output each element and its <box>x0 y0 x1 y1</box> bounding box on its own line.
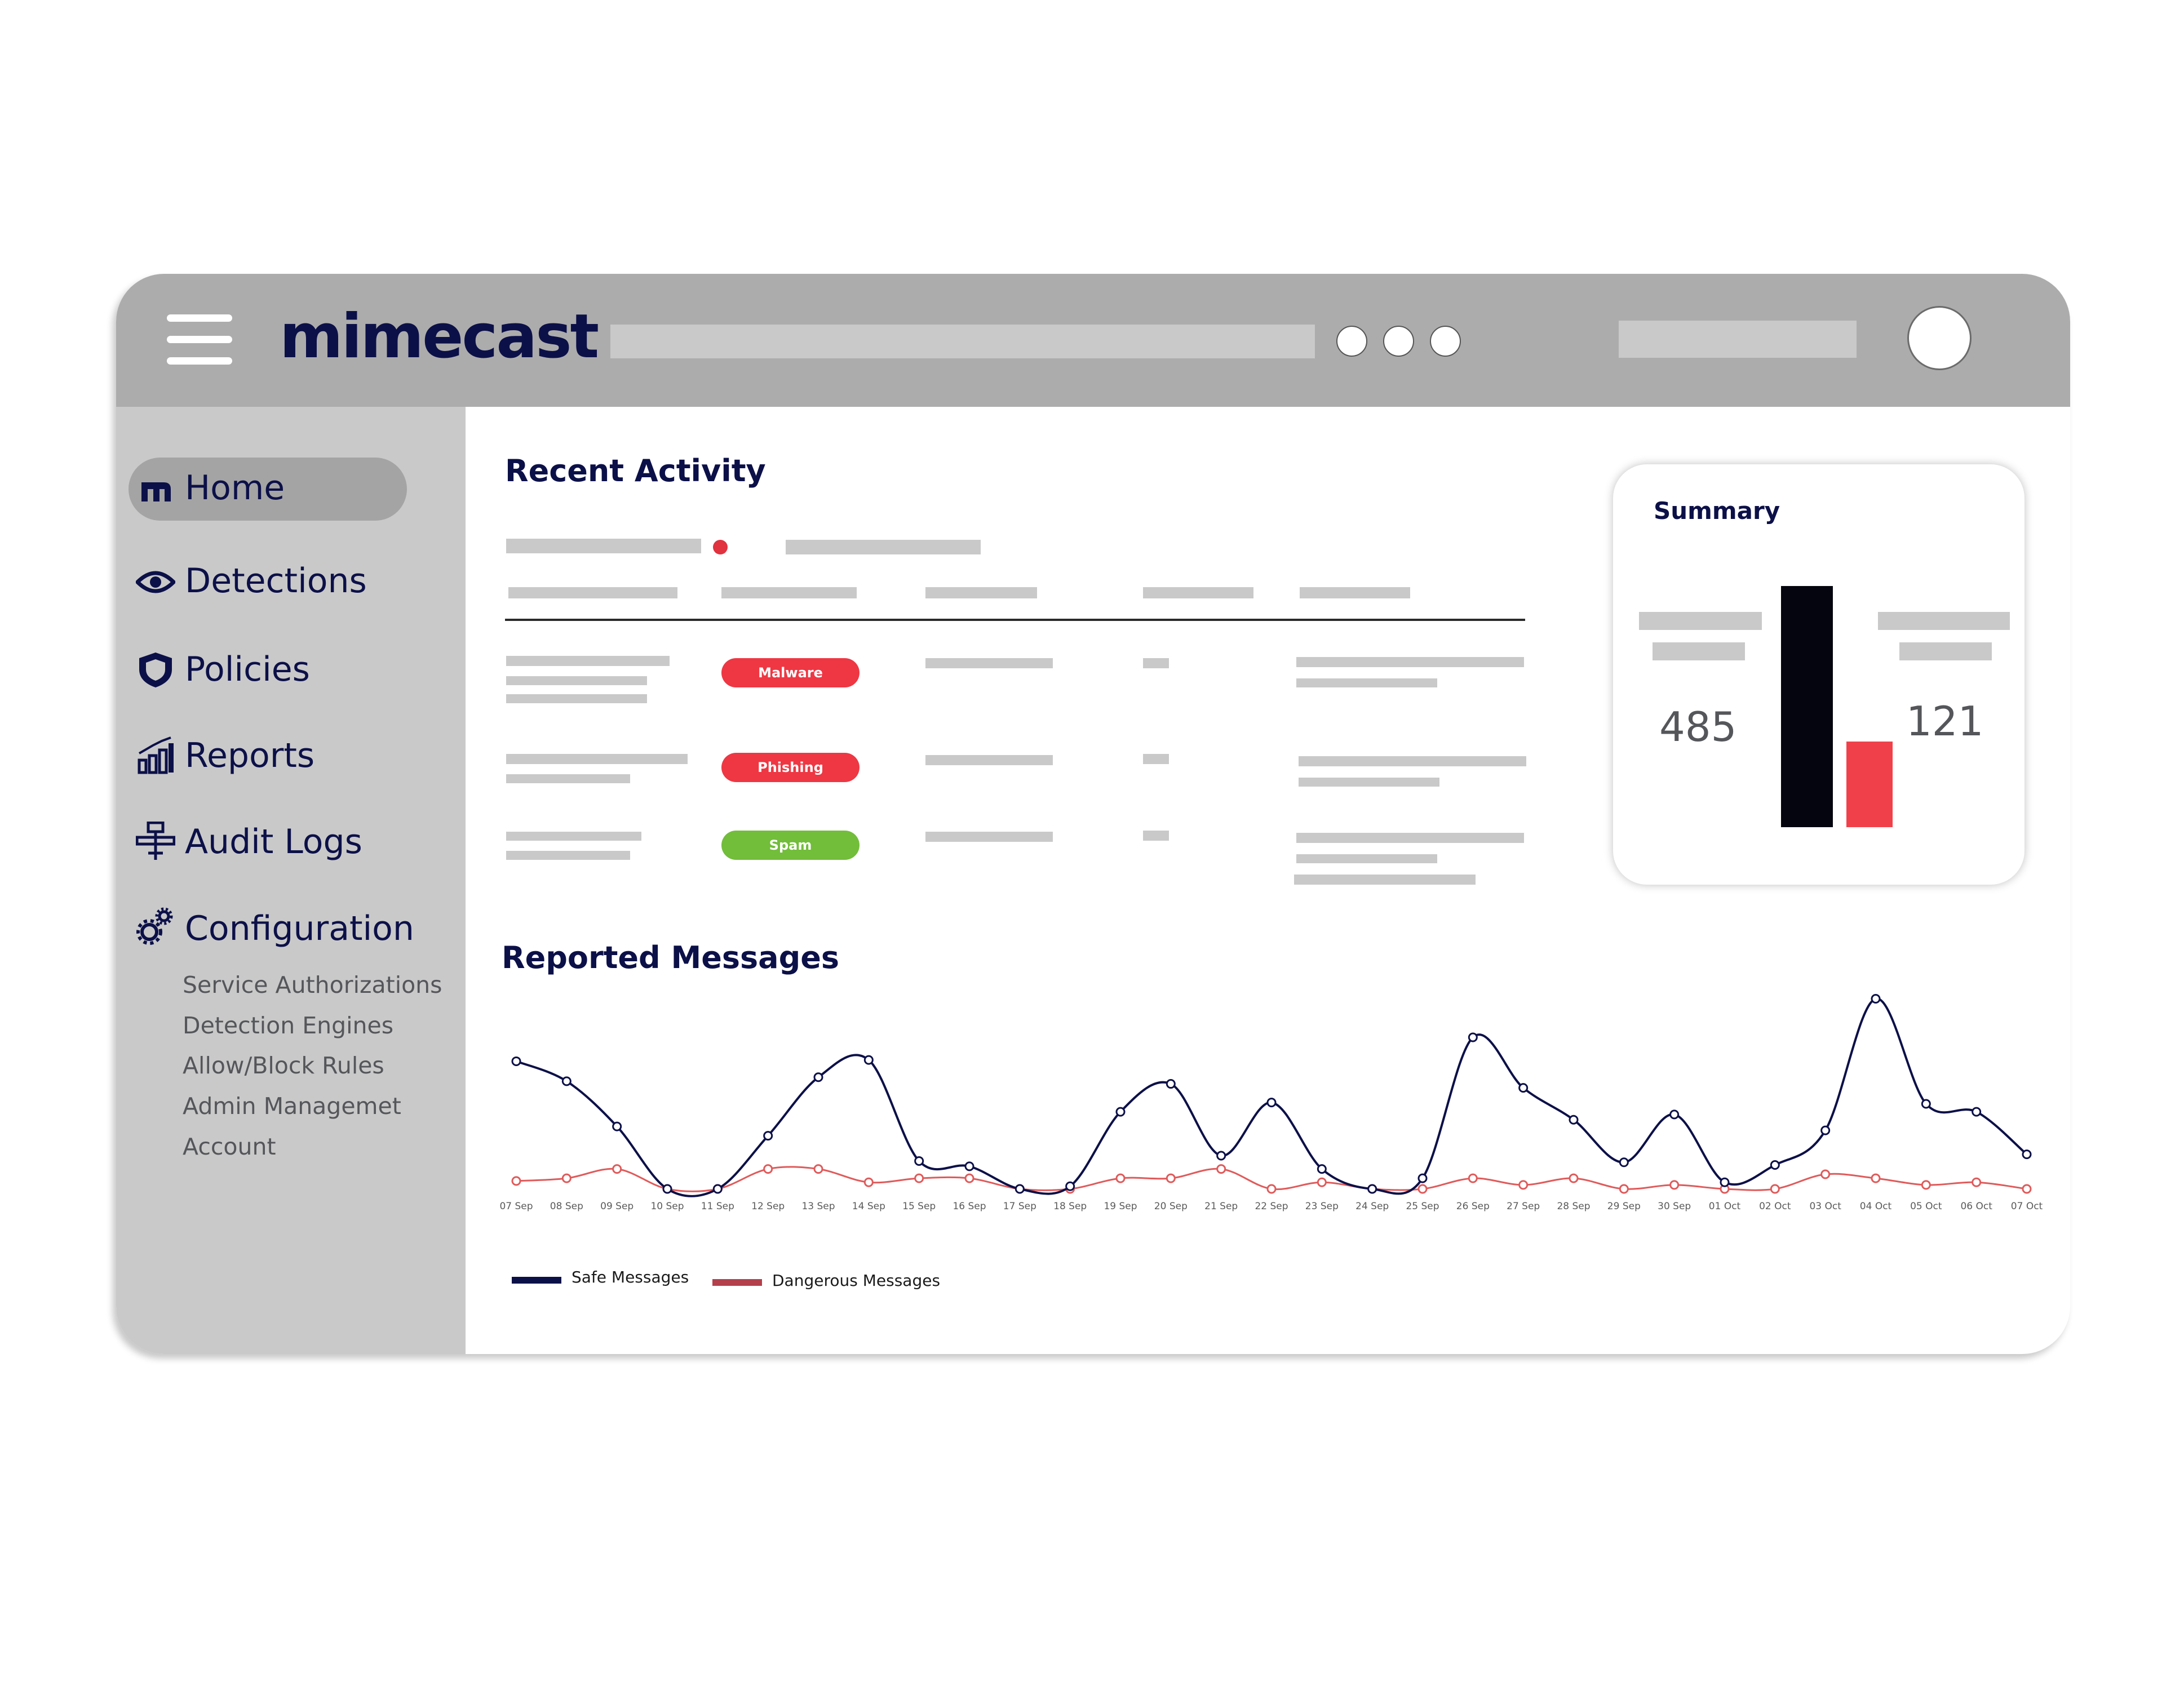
data-point-safe-messages[interactable] <box>1871 994 1881 1004</box>
series-line-safe-messages <box>516 997 2028 1197</box>
data-point-dangerous-messages[interactable] <box>1921 1180 1931 1190</box>
legend-swatch-safe <box>512 1277 561 1284</box>
data-point-safe-messages[interactable] <box>1468 1032 1478 1042</box>
data-point-dangerous-messages[interactable] <box>1216 1164 1226 1174</box>
data-point-safe-messages[interactable] <box>914 1156 924 1166</box>
legend-label-dangerous: Dangerous Messages <box>772 1271 941 1290</box>
x-tick-label: 16 Sep <box>953 1201 986 1212</box>
data-point-safe-messages[interactable] <box>511 1056 521 1066</box>
data-point-dangerous-messages[interactable] <box>1820 1169 1831 1179</box>
x-tick-label: 23 Sep <box>1305 1201 1339 1212</box>
x-tick-label: 10 Sep <box>650 1201 684 1212</box>
x-tick-label: 28 Sep <box>1557 1201 1590 1212</box>
reported-messages-chart: 07 Sep 08 Sep 09 Sep 10 Sep 11 Sep 12 Sep 13 S… <box>499 994 2043 1212</box>
x-tick-label: 11 Sep <box>701 1201 734 1212</box>
data-point-safe-messages[interactable] <box>662 1184 672 1194</box>
x-tick-label: 30 Sep <box>1658 1201 1691 1212</box>
data-point-safe-messages[interactable] <box>1367 1184 1377 1194</box>
x-tick-label: 14 Sep <box>852 1201 885 1212</box>
data-point-safe-messages[interactable] <box>1770 1160 1780 1170</box>
data-point-safe-messages[interactable] <box>813 1072 823 1082</box>
data-point-dangerous-messages[interactable] <box>612 1164 622 1174</box>
x-tick-label: 12 Sep <box>751 1201 785 1212</box>
data-point-dangerous-messages[interactable] <box>1972 1177 1982 1187</box>
data-point-dangerous-messages[interactable] <box>1417 1184 1428 1194</box>
data-point-dangerous-messages[interactable] <box>1166 1173 1176 1183</box>
data-point-dangerous-messages[interactable] <box>1518 1180 1529 1190</box>
data-point-safe-messages[interactable] <box>2022 1149 2032 1160</box>
x-tick-label: 26 Sep <box>1456 1201 1490 1212</box>
data-point-dangerous-messages[interactable] <box>1266 1184 1277 1194</box>
legend-label-safe: Safe Messages <box>572 1268 689 1286</box>
x-tick-label: 07 Sep <box>499 1201 533 1212</box>
data-point-dangerous-messages[interactable] <box>1619 1184 1629 1194</box>
x-tick-label: 03 Oct <box>1809 1201 1841 1212</box>
data-point-safe-messages[interactable] <box>1972 1107 1982 1117</box>
data-point-dangerous-messages[interactable] <box>2022 1184 2032 1194</box>
data-point-safe-messages[interactable] <box>1015 1184 1025 1194</box>
data-point-safe-messages[interactable] <box>712 1184 723 1194</box>
x-tick-label: 02 Oct <box>1759 1201 1791 1212</box>
data-point-dangerous-messages[interactable] <box>763 1164 773 1174</box>
data-point-dangerous-messages[interactable] <box>1770 1184 1780 1194</box>
x-tick-label: 06 Oct <box>1960 1201 1992 1212</box>
data-point-safe-messages[interactable] <box>1921 1099 1931 1109</box>
data-point-dangerous-messages[interactable] <box>1669 1180 1680 1190</box>
data-point-safe-messages[interactable] <box>1417 1173 1428 1183</box>
x-tick-label: 19 Sep <box>1104 1201 1137 1212</box>
x-tick-label: 29 Sep <box>1607 1201 1641 1212</box>
x-tick-label: 08 Sep <box>550 1201 583 1212</box>
data-point-dangerous-messages[interactable] <box>1871 1173 1881 1183</box>
data-point-safe-messages[interactable] <box>1820 1125 1831 1135</box>
x-tick-label: 04 Oct <box>1860 1201 1892 1212</box>
x-tick-label: 15 Sep <box>902 1201 936 1212</box>
data-point-safe-messages[interactable] <box>1669 1109 1680 1120</box>
data-point-safe-messages[interactable] <box>612 1121 622 1131</box>
data-point-safe-messages[interactable] <box>1166 1079 1176 1089</box>
x-tick-label: 05 Oct <box>1910 1201 1942 1212</box>
data-point-safe-messages[interactable] <box>863 1055 874 1065</box>
data-point-safe-messages[interactable] <box>1266 1098 1277 1108</box>
data-point-safe-messages[interactable] <box>1518 1083 1529 1093</box>
legend-swatch-dangerous <box>712 1279 762 1286</box>
data-point-safe-messages[interactable] <box>763 1131 773 1141</box>
data-point-safe-messages[interactable] <box>1317 1164 1327 1174</box>
data-point-safe-messages[interactable] <box>964 1161 974 1171</box>
x-tick-label: 13 Sep <box>801 1201 835 1212</box>
data-point-dangerous-messages[interactable] <box>1569 1173 1579 1183</box>
x-tick-label: 18 Sep <box>1053 1201 1087 1212</box>
x-tick-label: 24 Sep <box>1355 1201 1389 1212</box>
data-point-dangerous-messages[interactable] <box>1317 1177 1327 1187</box>
x-tick-label: 25 Sep <box>1406 1201 1439 1212</box>
data-point-dangerous-messages[interactable] <box>964 1173 974 1183</box>
x-tick-label: 17 Sep <box>1003 1201 1036 1212</box>
x-tick-label: 01 Oct <box>1709 1201 1741 1212</box>
data-point-dangerous-messages[interactable] <box>813 1164 823 1174</box>
data-point-safe-messages[interactable] <box>1619 1157 1629 1168</box>
data-point-dangerous-messages[interactable] <box>561 1173 572 1183</box>
x-tick-label: 09 Sep <box>600 1201 634 1212</box>
data-point-dangerous-messages[interactable] <box>1468 1173 1478 1183</box>
data-point-dangerous-messages[interactable] <box>914 1173 924 1183</box>
x-tick-label: 27 Sep <box>1507 1201 1540 1212</box>
data-point-safe-messages[interactable] <box>1115 1107 1126 1117</box>
data-point-safe-messages[interactable] <box>1216 1151 1226 1161</box>
x-tick-label: 20 Sep <box>1154 1201 1188 1212</box>
x-tick-label: 07 Oct <box>2011 1201 2043 1212</box>
data-point-dangerous-messages[interactable] <box>511 1176 521 1186</box>
x-tick-label: 21 Sep <box>1204 1201 1238 1212</box>
data-point-dangerous-messages[interactable] <box>863 1177 874 1187</box>
data-point-safe-messages[interactable] <box>1065 1181 1075 1191</box>
app-window: mimecast Home Detections Policies Report… <box>116 274 2070 1354</box>
x-tick-label: 22 Sep <box>1255 1201 1288 1212</box>
data-point-dangerous-messages[interactable] <box>1115 1173 1126 1183</box>
data-point-safe-messages[interactable] <box>1569 1115 1579 1125</box>
data-point-safe-messages[interactable] <box>1720 1177 1730 1187</box>
data-point-safe-messages[interactable] <box>561 1076 572 1086</box>
